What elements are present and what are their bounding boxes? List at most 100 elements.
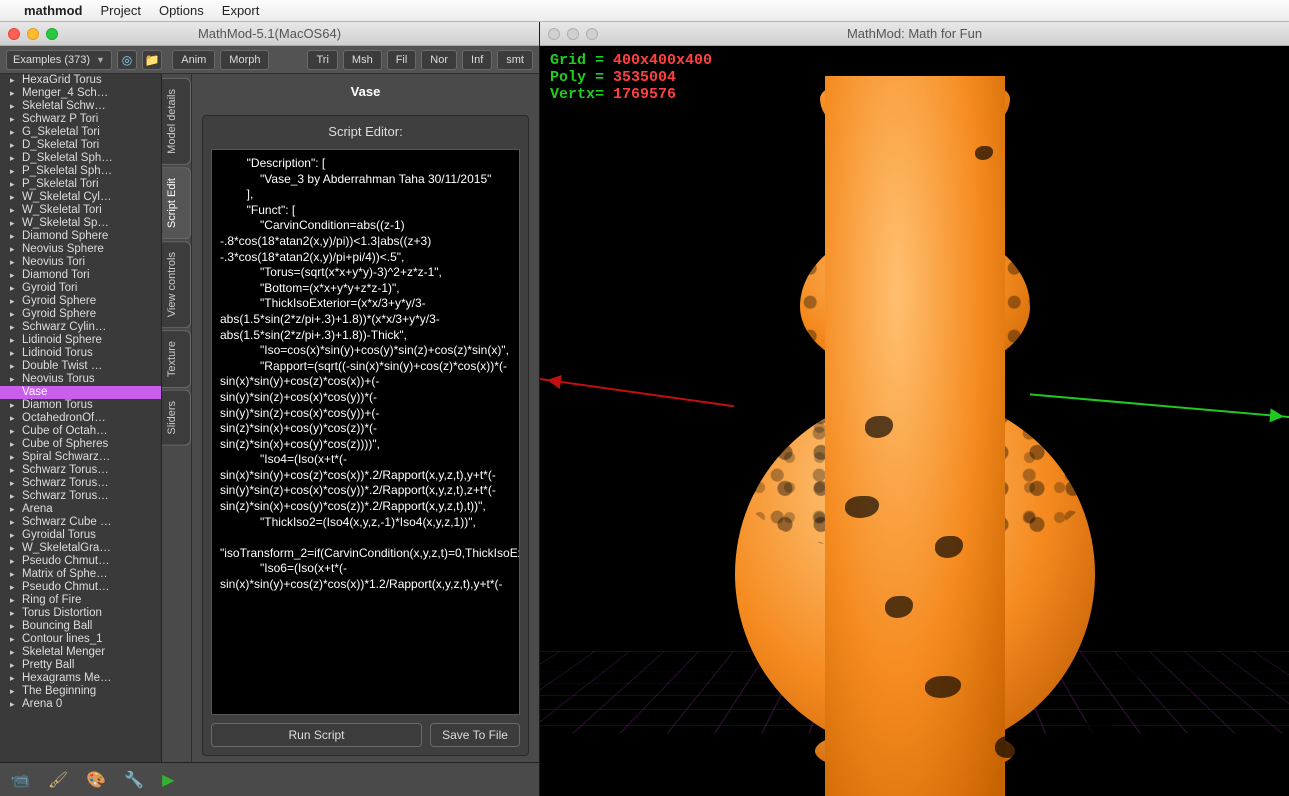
target-button[interactable]: ◎ — [117, 50, 137, 70]
tree-item[interactable]: Hexagrams Me… — [0, 672, 161, 685]
folder-button[interactable]: 📁 — [142, 50, 162, 70]
editor-pane: Vase Script Editor: "Description": [ "Va… — [192, 74, 539, 762]
model-title: Vase — [202, 84, 529, 99]
tree-item[interactable]: Neovius Sphere — [0, 243, 161, 256]
tree-item[interactable]: Gyroid Tori — [0, 282, 161, 295]
minimize-icon[interactable] — [567, 28, 579, 40]
tree-item[interactable]: Ring of Fire — [0, 594, 161, 607]
fil-button[interactable]: Fil — [387, 50, 417, 70]
tree-item[interactable]: Torus Distortion — [0, 607, 161, 620]
tree-item[interactable]: Neovius Torus — [0, 373, 161, 386]
vertical-tabs: Model details Script Edit View controls … — [162, 74, 192, 762]
minimize-icon[interactable] — [27, 28, 39, 40]
tree-item[interactable]: Neovius Tori — [0, 256, 161, 269]
vtab-view-controls[interactable]: View controls — [162, 241, 191, 328]
tree-item[interactable]: Lidinoid Torus — [0, 347, 161, 360]
tree-item[interactable]: Spiral Schwarz… — [0, 451, 161, 464]
tree-item[interactable]: OctahedronOf… — [0, 412, 161, 425]
nor-button[interactable]: Nor — [421, 50, 457, 70]
tree-item[interactable]: W_SkeletalGra… — [0, 542, 161, 555]
vtab-sliders[interactable]: Sliders — [162, 390, 191, 446]
zoom-icon[interactable] — [586, 28, 598, 40]
color-icon[interactable]: 🎨 — [86, 770, 106, 790]
mathmod-editor-window: MathMod-5.1(MacOS64) Examples (373) ▼ ◎ … — [0, 22, 540, 796]
close-icon[interactable] — [548, 28, 560, 40]
msh-button[interactable]: Msh — [343, 50, 382, 70]
tree-item[interactable]: Menger_4 Sch… — [0, 87, 161, 100]
morph-button[interactable]: Morph — [220, 50, 269, 70]
save-to-file-button[interactable]: Save To File — [430, 723, 520, 747]
tree-item[interactable]: W_Skeletal Sp… — [0, 217, 161, 230]
vase-model — [735, 76, 1095, 796]
tree-item[interactable]: Skeletal Menger — [0, 646, 161, 659]
brush-icon[interactable]: 🖌 — [48, 770, 68, 790]
tree-item[interactable]: Bouncing Ball — [0, 620, 161, 633]
menu-export[interactable]: Export — [222, 3, 260, 18]
script-textarea[interactable]: "Description": [ "Vase_3 by Abderrahman … — [211, 149, 520, 715]
tree-item[interactable]: Gyroid Sphere — [0, 308, 161, 321]
tree-item[interactable]: Schwarz Torus… — [0, 464, 161, 477]
zoom-icon[interactable] — [46, 28, 58, 40]
3d-viewport[interactable]: Grid = 400x400x400 Poly = 3535004 Vertx=… — [540, 46, 1289, 796]
tree-item[interactable]: Schwarz Torus… — [0, 477, 161, 490]
vtab-texture[interactable]: Texture — [162, 330, 191, 388]
tree-item[interactable]: The Beginning — [0, 685, 161, 698]
tree-item[interactable]: Contour lines_1 — [0, 633, 161, 646]
tree-item[interactable]: Schwarz P Tori — [0, 113, 161, 126]
vase-patches — [825, 76, 1005, 796]
3d-scene — [540, 46, 1289, 796]
left-window-title: MathMod-5.1(MacOS64) — [0, 26, 539, 41]
tree-item[interactable]: Diamond Tori — [0, 269, 161, 282]
tree-item[interactable]: Diamond Sphere — [0, 230, 161, 243]
mac-menubar: mathmod Project Options Export — [0, 0, 1289, 22]
tree-item[interactable]: Double Twist … — [0, 360, 161, 373]
tree-item[interactable]: HexaGrid Torus — [0, 74, 161, 87]
examples-combo[interactable]: Examples (373) ▼ — [6, 50, 112, 70]
tree-item[interactable]: Gyroidal Torus — [0, 529, 161, 542]
tree-item[interactable]: Matrix of Sphe… — [0, 568, 161, 581]
tree-item[interactable]: Arena 0 — [0, 698, 161, 711]
tree-item[interactable]: Pseudo Chmut… — [0, 555, 161, 568]
tri-button[interactable]: Tri — [307, 50, 337, 70]
script-editor-label: Script Editor: — [211, 124, 520, 139]
vtab-script-edit[interactable]: Script Edit — [162, 167, 191, 239]
tree-item[interactable]: W_Skeletal Cyl… — [0, 191, 161, 204]
left-window-titlebar[interactable]: MathMod-5.1(MacOS64) — [0, 22, 539, 46]
tree-item[interactable]: Lidinoid Sphere — [0, 334, 161, 347]
run-script-button[interactable]: Run Script — [211, 723, 422, 747]
tree-item[interactable]: Cube of Octah… — [0, 425, 161, 438]
tree-item[interactable]: P_Skeletal Tori — [0, 178, 161, 191]
tree-item[interactable]: G_Skeletal Tori — [0, 126, 161, 139]
tree-item[interactable]: P_Skeletal Sph… — [0, 165, 161, 178]
tree-item[interactable]: Diamon Torus — [0, 399, 161, 412]
tree-item[interactable]: Schwarz Cube … — [0, 516, 161, 529]
inf-button[interactable]: Inf — [462, 50, 492, 70]
tree-item[interactable]: Schwarz Cylin… — [0, 321, 161, 334]
app-name[interactable]: mathmod — [24, 3, 83, 18]
top-toolbar: Examples (373) ▼ ◎ 📁 Anim Morph Tri Msh … — [0, 46, 539, 74]
close-icon[interactable] — [8, 28, 20, 40]
smt-button[interactable]: smt — [497, 50, 533, 70]
menu-options[interactable]: Options — [159, 3, 204, 18]
script-editor-frame: Script Editor: "Description": [ "Vase_3 … — [202, 115, 529, 756]
vtab-model-details[interactable]: Model details — [162, 78, 191, 165]
wrench-icon[interactable]: 🔧 — [124, 770, 144, 790]
right-window-titlebar[interactable]: MathMod: Math for Fun — [540, 22, 1289, 46]
camera-icon[interactable]: 📹 — [10, 770, 30, 790]
menu-project[interactable]: Project — [101, 3, 141, 18]
tree-item[interactable]: D_Skeletal Sph… — [0, 152, 161, 165]
model-tree[interactable]: HexaGrid TorusMenger_4 Sch…Skeletal Schw… — [0, 74, 162, 762]
mathmod-viewer-window: MathMod: Math for Fun Grid = 400x400x400… — [540, 22, 1289, 796]
tree-item[interactable]: Schwarz Torus… — [0, 490, 161, 503]
tree-item[interactable]: Gyroid Sphere — [0, 295, 161, 308]
tree-item[interactable]: Arena — [0, 503, 161, 516]
tree-item[interactable]: Cube of Spheres — [0, 438, 161, 451]
tree-item[interactable]: Vase — [0, 386, 161, 399]
tree-item[interactable]: D_Skeletal Tori — [0, 139, 161, 152]
anim-button[interactable]: Anim — [172, 50, 215, 70]
tree-item[interactable]: Skeletal Schw… — [0, 100, 161, 113]
tree-item[interactable]: Pretty Ball — [0, 659, 161, 672]
play-icon[interactable]: ▶ — [162, 770, 174, 790]
tree-item[interactable]: Pseudo Chmut… — [0, 581, 161, 594]
tree-item[interactable]: W_Skeletal Tori — [0, 204, 161, 217]
